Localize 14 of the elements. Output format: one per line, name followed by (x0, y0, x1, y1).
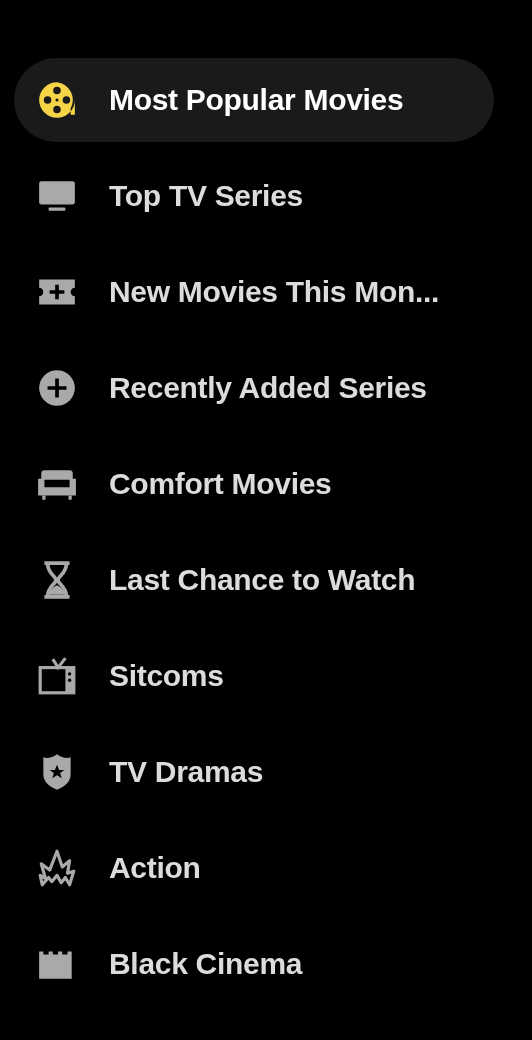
menu-item[interactable]: Black Cinema (14, 922, 494, 1006)
explosion-icon (36, 847, 78, 889)
film-reel-icon (36, 79, 78, 121)
menu-item[interactable]: New Movies This Mon... (14, 250, 494, 334)
menu-item[interactable]: Recently Added Series (14, 346, 494, 430)
menu-item[interactable]: Comfort Movies (14, 442, 494, 526)
menu-item[interactable]: Last Chance to Watch (14, 538, 494, 622)
menu-item[interactable]: Most Popular Movies (14, 58, 494, 142)
menu-item[interactable]: TV Dramas (14, 730, 494, 814)
menu-item[interactable]: Action (14, 826, 494, 910)
plus-circle-icon (36, 367, 78, 409)
tv-icon (36, 655, 78, 697)
menu-item[interactable]: Sitcoms (14, 634, 494, 718)
menu-item[interactable]: Top TV Series (14, 154, 494, 238)
